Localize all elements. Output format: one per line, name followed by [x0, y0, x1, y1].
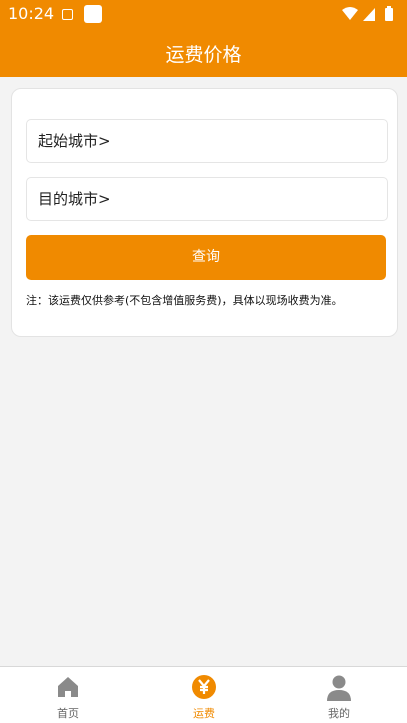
home-icon — [58, 677, 78, 697]
tab-home-label: 首页 — [57, 707, 79, 720]
destination-city-selector[interactable]: 目的城市> — [26, 177, 388, 221]
user-icon — [327, 675, 351, 701]
wifi-icon — [342, 7, 358, 20]
tab-home[interactable]: 首页 — [28, 667, 108, 723]
freight-query-card: 起始城市> 目的城市> 查询 注：该运费仅供参考(不包含增值服务费)，具体以现场… — [11, 88, 398, 337]
battery-icon — [385, 8, 393, 21]
tab-mine-label: 我的 — [328, 707, 350, 720]
app-header: 10:24 运费价格 — [0, 0, 407, 77]
origin-city-selector[interactable]: 起始城市> — [26, 119, 388, 163]
tab-freight[interactable]: 运费 — [164, 667, 244, 723]
status-time: 10:24 — [8, 4, 55, 23]
yen-icon — [192, 675, 216, 699]
notification-icon — [62, 9, 73, 20]
freight-note: 注：该运费仅供参考(不包含增值服务费)，具体以现场收费为准。 — [26, 294, 343, 307]
page-title: 运费价格 — [165, 44, 242, 66]
query-button[interactable]: 查询 — [26, 235, 386, 280]
bottom-tab-bar: 首页 运费 我的 — [0, 666, 407, 723]
status-bar: 10:24 — [0, 0, 407, 28]
tab-freight-label: 运费 — [193, 707, 215, 720]
app-notification-icon — [84, 5, 102, 23]
signal-icon — [363, 8, 375, 21]
tab-mine[interactable]: 我的 — [299, 667, 379, 723]
status-icons — [342, 6, 393, 21]
